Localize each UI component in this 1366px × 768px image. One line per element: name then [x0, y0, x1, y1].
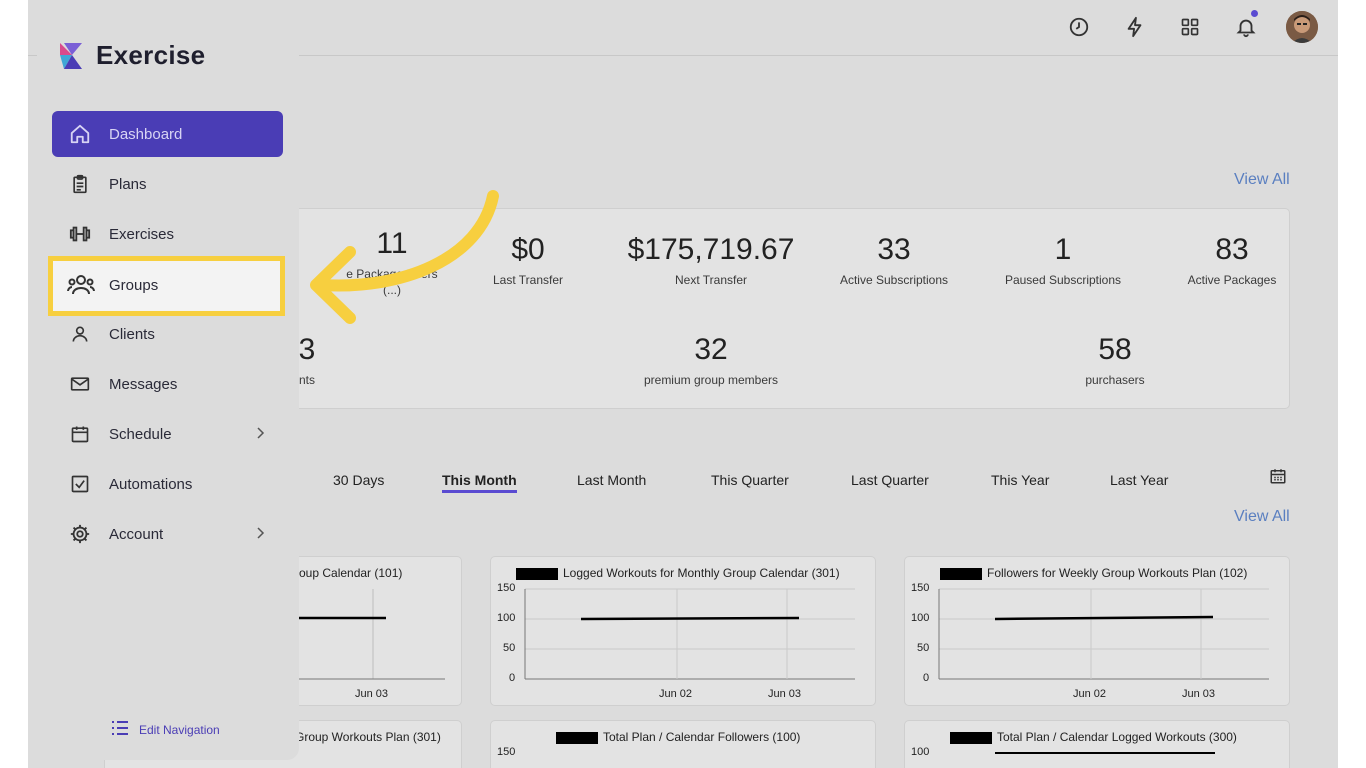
annotation-arrow — [310, 190, 499, 324]
